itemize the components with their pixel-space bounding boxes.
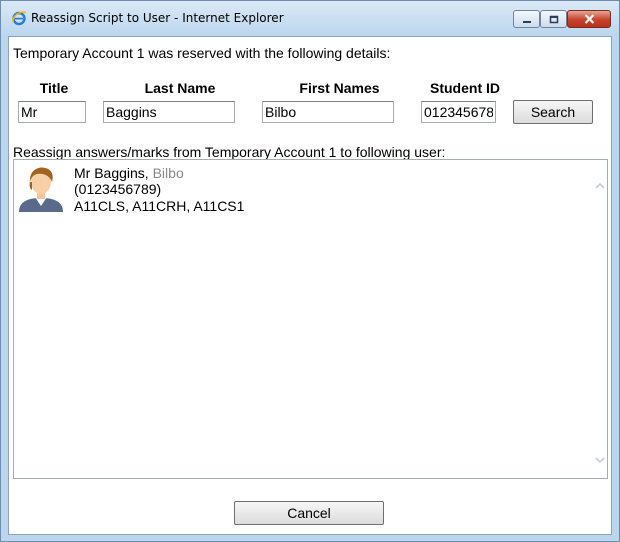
user-name-line: Mr Baggins, Bilbo <box>74 165 184 181</box>
cancel-button[interactable]: Cancel <box>234 501 384 525</box>
user-student-id: (0123456789) <box>74 181 162 197</box>
student-id-input[interactable] <box>421 101 496 123</box>
close-icon <box>584 11 595 27</box>
user-name: Mr Baggins, <box>74 165 149 181</box>
minimize-icon <box>522 11 532 27</box>
last-name-input[interactable] <box>103 101 235 123</box>
user-avatar-icon <box>17 164 65 212</box>
reassign-label: Reassign answers/marks from Temporary Ac… <box>13 144 446 160</box>
title-input[interactable] <box>18 101 86 123</box>
minimize-button[interactable] <box>513 10 540 28</box>
column-header-student-id: Student ID <box>430 80 500 96</box>
first-names-input[interactable] <box>262 101 394 123</box>
dialog-content: Temporary Account 1 was reserved with th… <box>8 36 612 535</box>
maximize-icon <box>549 11 559 27</box>
title-bar[interactable]: Reassign Script to User - Internet Explo… <box>1 1 619 36</box>
window-title: Reassign Script to User - Internet Explo… <box>31 11 284 25</box>
search-button[interactable]: Search <box>513 100 593 124</box>
column-header-last-name: Last Name <box>144 80 216 96</box>
scroll-down-icon[interactable] <box>594 452 606 464</box>
maximize-button[interactable] <box>540 10 567 28</box>
user-results-list[interactable]: Mr Baggins, Bilbo (0123456789) A11CLS, A… <box>13 159 608 479</box>
internet-explorer-icon <box>11 10 27 26</box>
intro-text: Temporary Account 1 was reserved with th… <box>13 45 391 61</box>
user-first-name: Bilbo <box>152 165 184 181</box>
column-header-first-names: First Names <box>299 80 380 96</box>
close-button[interactable] <box>567 10 611 28</box>
user-list-item[interactable]: Mr Baggins, Bilbo (0123456789) A11CLS, A… <box>14 160 589 220</box>
column-header-title: Title <box>39 80 69 96</box>
scroll-up-icon[interactable] <box>594 178 606 189</box>
user-classes: A11CLS, A11CRH, A11CS1 <box>74 198 245 214</box>
dialog-window: Reassign Script to User - Internet Explo… <box>0 0 620 542</box>
